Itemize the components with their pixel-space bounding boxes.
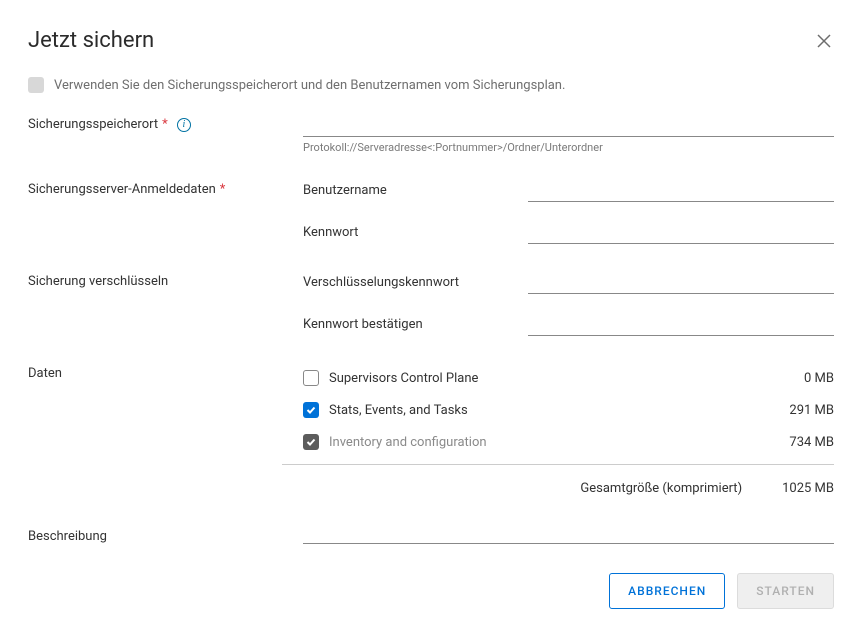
- data-item-size: 0 MB: [804, 371, 834, 386]
- encryption-confirm-input[interactable]: [528, 312, 834, 336]
- required-icon: *: [220, 182, 226, 197]
- check-icon: [306, 437, 316, 447]
- total-value: 1025 MB: [782, 481, 834, 496]
- use-schedule-checkbox: [28, 77, 44, 93]
- data-item-size: 291 MB: [789, 403, 834, 418]
- encryption-label: Sicherung verschlüsseln: [28, 270, 303, 289]
- data-item-label: Supervisors Control Plane: [329, 371, 478, 386]
- data-item-size: 734 MB: [789, 435, 834, 450]
- required-icon: *: [162, 117, 168, 132]
- password-label: Kennwort: [303, 225, 528, 244]
- data-item-label: Inventory and configuration: [329, 435, 487, 450]
- use-schedule-label: Verwenden Sie den Sicherungsspeicherort …: [54, 78, 565, 93]
- username-label: Benutzername: [303, 183, 528, 202]
- dialog-title: Jetzt sichern: [28, 28, 154, 53]
- description-input[interactable]: [303, 520, 834, 544]
- encryption-password-input[interactable]: [528, 270, 834, 294]
- encryption-password-label: Verschlüsselungskennwort: [303, 275, 528, 294]
- credentials-label: Sicherungsserver-Anmeldedaten: [28, 182, 216, 197]
- check-icon: [306, 405, 316, 415]
- username-input[interactable]: [528, 178, 834, 202]
- cancel-button[interactable]: ABBRECHEN: [609, 573, 725, 609]
- close-icon: [817, 34, 831, 48]
- start-button: STARTEN: [737, 573, 834, 609]
- info-icon[interactable]: i: [177, 118, 191, 132]
- encryption-confirm-label: Kennwort bestätigen: [303, 317, 528, 336]
- data-item-label: Stats, Events, and Tasks: [329, 403, 468, 418]
- location-label: Sicherungsspeicherort: [28, 117, 158, 132]
- close-button[interactable]: [814, 31, 834, 51]
- data-item-checkbox-inventory: [303, 434, 319, 450]
- data-item-checkbox-supervisors[interactable]: [303, 370, 319, 386]
- data-label: Daten: [28, 362, 303, 458]
- total-label: Gesamtgröße (komprimiert): [580, 481, 742, 496]
- location-input[interactable]: [303, 113, 834, 137]
- password-input[interactable]: [528, 220, 834, 244]
- data-item-checkbox-stats[interactable]: [303, 402, 319, 418]
- description-label: Beschreibung: [28, 525, 303, 544]
- location-helper: Protokoll://Serveradresse<:Portnummer>/O…: [303, 141, 834, 154]
